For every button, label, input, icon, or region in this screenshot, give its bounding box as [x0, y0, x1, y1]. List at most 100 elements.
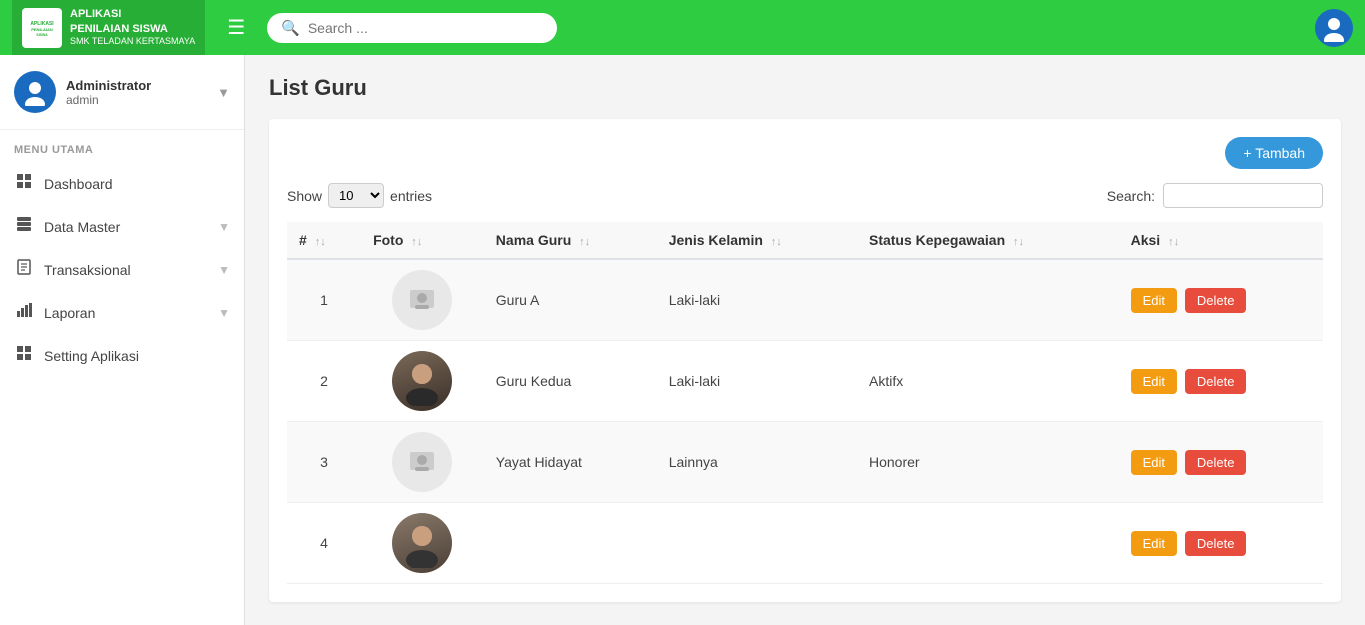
- sidebar-item-laporan[interactable]: Laporan ▼: [0, 291, 244, 334]
- hamburger-button[interactable]: ☰: [217, 9, 255, 46]
- cell-photo: [361, 422, 484, 503]
- edit-button[interactable]: Edit: [1131, 369, 1177, 394]
- cell-aksi: Edit Delete: [1119, 422, 1323, 503]
- sidebar-avatar: [14, 71, 56, 113]
- sort-icon-jenis[interactable]: ↑↓: [771, 236, 782, 248]
- cell-aksi: Edit Delete: [1119, 341, 1323, 422]
- menu-section-label: MENU UTAMA: [0, 130, 244, 162]
- edit-button[interactable]: Edit: [1131, 288, 1177, 313]
- sort-icon-nama[interactable]: ↑↓: [579, 236, 590, 248]
- entries-label: entries: [390, 188, 432, 204]
- sort-icon-status[interactable]: ↑↓: [1013, 236, 1024, 248]
- transaksional-icon: [14, 259, 34, 280]
- table-row: 1 Guru ALaki-laki Edit Delete: [287, 259, 1323, 341]
- show-entries-select[interactable]: 10 25 50 100: [328, 183, 384, 208]
- cell-jenis-kelamin: Laki-laki: [657, 259, 857, 341]
- add-guru-button[interactable]: + Tambah: [1225, 137, 1323, 169]
- table-controls: Show 10 25 50 100 entries Search:: [287, 183, 1323, 208]
- cell-jenis-kelamin: [657, 503, 857, 584]
- sidebar: Administrator admin ▼ MENU UTAMA Dashboa…: [0, 55, 245, 625]
- sidebar-user-info: Administrator admin: [66, 78, 207, 107]
- cell-status-kepegawaian: [857, 503, 1119, 584]
- sidebar-item-label-dashboard: Dashboard: [44, 176, 230, 192]
- cell-nama-guru: Yayat Hidayat: [484, 422, 657, 503]
- show-label: Show: [287, 188, 322, 204]
- sidebar-user: Administrator admin ▼: [0, 55, 244, 130]
- sidebar-user-arrow[interactable]: ▼: [217, 85, 230, 100]
- cell-jenis-kelamin: Lainnya: [657, 422, 857, 503]
- photo-placeholder: [392, 270, 452, 330]
- main-content: List Guru + Tambah Show 10 25 50 100 ent…: [245, 55, 1365, 625]
- transaksional-arrow-icon: ▼: [218, 263, 230, 277]
- data-master-arrow-icon: ▼: [218, 220, 230, 234]
- search-icon: 🔍: [281, 19, 300, 37]
- cell-photo: [361, 503, 484, 584]
- col-foto: Foto ↑↓: [361, 222, 484, 259]
- cell-photo: [361, 341, 484, 422]
- cell-number: 3: [287, 422, 361, 503]
- sort-icon-aksi[interactable]: ↑↓: [1168, 236, 1179, 248]
- brand-logo-area: APLIKASI PENILAIAN SISWA APLIKASI PENILA…: [12, 0, 205, 55]
- svg-text:PENILAIAN: PENILAIAN: [31, 27, 53, 32]
- edit-button[interactable]: Edit: [1131, 450, 1177, 475]
- cell-number: 4: [287, 503, 361, 584]
- guru-table: # ↑↓ Foto ↑↓ Nama Guru ↑↓ Jenis Kelami: [287, 222, 1323, 584]
- cell-photo: [361, 259, 484, 341]
- sidebar-item-label-laporan: Laporan: [44, 305, 208, 321]
- sidebar-item-label-setting: Setting Aplikasi: [44, 348, 230, 364]
- sidebar-item-data-master[interactable]: Data Master ▼: [0, 205, 244, 248]
- sidebar-role: admin: [66, 93, 207, 107]
- cell-aksi: Edit Delete: [1119, 503, 1323, 584]
- sidebar-item-setting-aplikasi[interactable]: Setting Aplikasi: [0, 334, 244, 377]
- cell-aksi: Edit Delete: [1119, 259, 1323, 341]
- table-search-label: Search:: [1107, 188, 1155, 204]
- delete-button[interactable]: Delete: [1185, 288, 1247, 313]
- cell-status-kepegawaian: Aktifx: [857, 341, 1119, 422]
- brand-text: APLIKASI PENILAIAN SISWA SMK TELADAN KER…: [70, 7, 195, 47]
- cell-nama-guru: Guru A: [484, 259, 657, 341]
- photo-real-2: [392, 513, 452, 573]
- show-entries: Show 10 25 50 100 entries: [287, 183, 432, 208]
- sidebar-item-dashboard[interactable]: Dashboard: [0, 162, 244, 205]
- user-avatar-top[interactable]: [1315, 9, 1353, 47]
- delete-button[interactable]: Delete: [1185, 450, 1247, 475]
- content-card: + Tambah Show 10 25 50 100 entries Searc…: [269, 119, 1341, 602]
- cell-number: 1: [287, 259, 361, 341]
- sidebar-username: Administrator: [66, 78, 207, 93]
- sidebar-item-label-data-master: Data Master: [44, 219, 208, 235]
- table-row: 2 Guru KeduaLaki-lakiAktifx Edit Delete: [287, 341, 1323, 422]
- svg-text:SISWA: SISWA: [36, 33, 48, 37]
- table-row: 3 Yayat HidayatLainnyaHonorer Edit Delet…: [287, 422, 1323, 503]
- sort-icon-foto[interactable]: ↑↓: [411, 236, 422, 248]
- cell-number: 2: [287, 341, 361, 422]
- brand-logo: APLIKASI PENILAIAN SISWA: [22, 8, 62, 48]
- laporan-icon: [14, 302, 34, 323]
- table-search-area: Search:: [1107, 183, 1323, 208]
- search-box: 🔍: [267, 13, 557, 43]
- data-master-icon: [14, 216, 34, 237]
- cell-status-kepegawaian: Honorer: [857, 422, 1119, 503]
- col-jenis-kelamin: Jenis Kelamin ↑↓: [657, 222, 857, 259]
- search-input[interactable]: [308, 20, 543, 36]
- sidebar-item-label-transaksional: Transaksional: [44, 262, 208, 278]
- table-row: 4 Edit Delete: [287, 503, 1323, 584]
- card-actions: + Tambah: [287, 137, 1323, 169]
- col-aksi: Aksi ↑↓: [1119, 222, 1323, 259]
- sort-icon-number[interactable]: ↑↓: [315, 236, 326, 248]
- sidebar-item-transaksional[interactable]: Transaksional ▼: [0, 248, 244, 291]
- delete-button[interactable]: Delete: [1185, 369, 1247, 394]
- cell-nama-guru: [484, 503, 657, 584]
- setting-aplikasi-icon: [14, 345, 34, 366]
- cell-nama-guru: Guru Kedua: [484, 341, 657, 422]
- col-number: # ↑↓: [287, 222, 361, 259]
- page-title: List Guru: [269, 75, 1341, 101]
- table-header-row: # ↑↓ Foto ↑↓ Nama Guru ↑↓ Jenis Kelami: [287, 222, 1323, 259]
- delete-button[interactable]: Delete: [1185, 531, 1247, 556]
- dashboard-icon: [14, 173, 34, 194]
- col-nama-guru: Nama Guru ↑↓: [484, 222, 657, 259]
- edit-button[interactable]: Edit: [1131, 531, 1177, 556]
- table-body: 1 Guru ALaki-laki Edit Delete 2 Guru Ked…: [287, 259, 1323, 584]
- table-search-input[interactable]: [1163, 183, 1323, 208]
- cell-status-kepegawaian: [857, 259, 1119, 341]
- top-navigation: APLIKASI PENILAIAN SISWA APLIKASI PENILA…: [0, 0, 1365, 55]
